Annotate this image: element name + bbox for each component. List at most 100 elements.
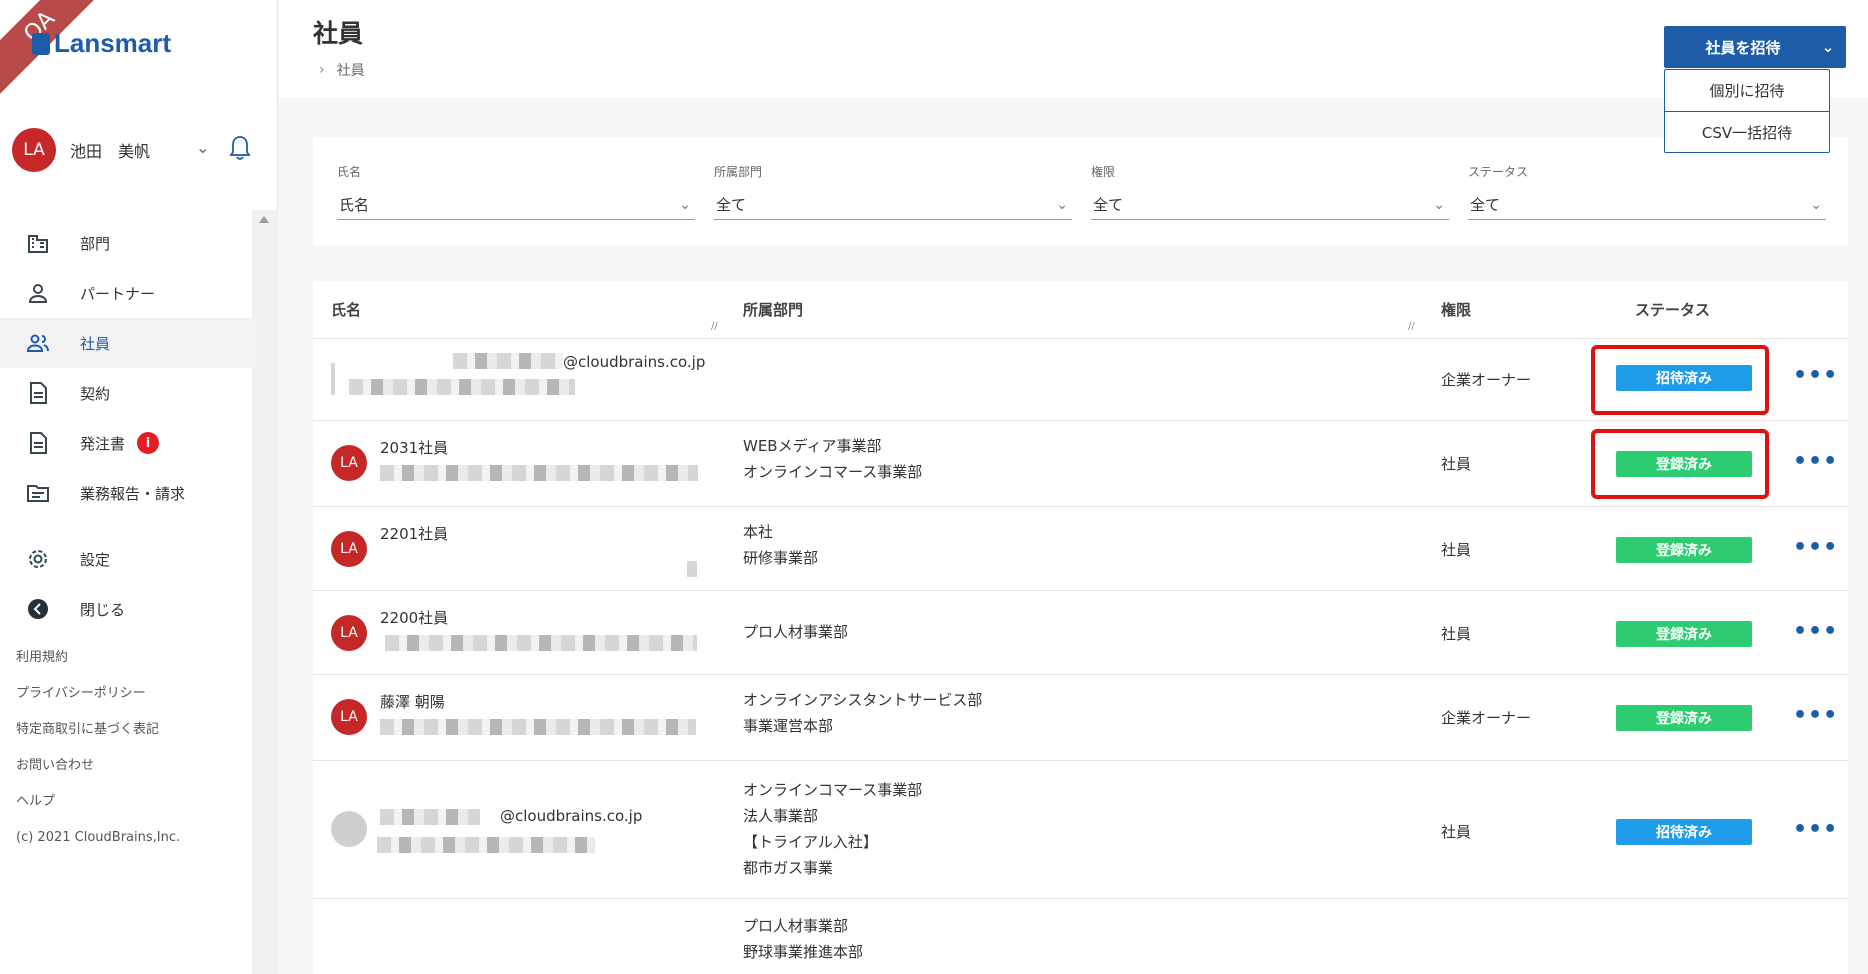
filter-role: 権限 全て ⌄ — [1091, 163, 1449, 220]
table-row[interactable]: LA 2200社員 プロ人材事業部 社員 登録済み ••• — [313, 591, 1848, 675]
sidebar-item-employees[interactable]: 社員 — [0, 318, 252, 368]
more-options-icon[interactable]: ••• — [1793, 703, 1838, 728]
menu-item-invite-individual[interactable]: 個別に招待 — [1665, 70, 1829, 111]
redacted-email — [385, 635, 697, 651]
avatar: LA — [331, 445, 367, 481]
filter-value: 全て — [1093, 196, 1124, 214]
employee-name: 藤澤 朝陽 — [380, 693, 445, 711]
chevron-right-icon: › — [319, 62, 325, 78]
more-options-icon[interactable]: ••• — [1793, 817, 1838, 842]
department-cell: プロ人材事業部 野球事業推進本部 — [743, 913, 863, 965]
folder-icon — [27, 485, 49, 502]
redacted-text — [349, 379, 575, 395]
department-cell: オンラインコマース事業部 法人事業部 【トライアル入社】 都市ガス事業 — [743, 777, 922, 881]
department-name: 事業運営本部 — [743, 717, 834, 735]
table-row[interactable]: プロ人材事業部 野球事業推進本部 — [313, 899, 1848, 974]
sidebar: QA Lansmart LA 池田 美帆 ⌄ 部門 パートナー 社員 契約 発注… — [0, 0, 278, 974]
sidebar-item-label: 閉じる — [80, 600, 126, 619]
footer-link-privacy[interactable]: プライバシーポリシー — [16, 684, 180, 720]
sidebar-item-label: 業務報告・請求 — [80, 484, 186, 503]
sidebar-item-departments[interactable]: 部門 — [0, 218, 252, 268]
status-badge: 招待済み — [1616, 365, 1752, 391]
filter-label: 権限 — [1091, 165, 1116, 179]
user-name: 池田 美帆 — [70, 142, 151, 161]
department-cell: 本社 研修事業部 — [743, 519, 818, 571]
menu-item-invite-csv[interactable]: CSV一括招待 — [1665, 111, 1829, 152]
more-options-icon[interactable]: ••• — [1793, 619, 1838, 644]
chevron-down-icon[interactable]: ⌄ — [1810, 38, 1846, 56]
role-filter-select[interactable]: 全て ⌄ — [1091, 190, 1449, 220]
sidebar-item-contracts[interactable]: 契約 — [0, 368, 252, 418]
table-row[interactable]: LA 2201社員 本社 研修事業部 社員 登録済み ••• — [313, 507, 1848, 591]
table-row[interactable]: LA 2031社員 WEBメディア事業部 オンラインコマース事業部 社員 登録済… — [313, 421, 1848, 507]
department-name: 研修事業部 — [743, 549, 819, 567]
redacted-email — [377, 837, 595, 853]
footer-link-terms[interactable]: 利用規約 — [16, 648, 180, 684]
chevron-down-icon[interactable]: ⌄ — [196, 138, 209, 157]
chevron-down-icon: ⌄ — [1433, 196, 1445, 213]
column-resize-handle-icon[interactable]: ∕∕ — [1408, 321, 1420, 333]
department-cell: オンラインアシスタントサービス部 事業運営本部 — [743, 687, 982, 739]
table-row[interactable]: @cloudbrains.co.jp 企業オーナー 招待済み ••• — [313, 339, 1848, 421]
bell-icon[interactable] — [228, 134, 252, 162]
status-badge: 招待済み — [1616, 819, 1752, 845]
more-options-icon[interactable]: ••• — [1793, 449, 1838, 474]
avatar: LA — [331, 699, 367, 735]
column-resize-handle-icon[interactable]: ∕∕ — [711, 321, 723, 333]
employee-name: 2201社員 — [380, 525, 449, 543]
column-header-status[interactable]: ステータス — [1635, 299, 1710, 320]
info-badge-icon: i — [137, 432, 160, 454]
filter-label: 所属部門 — [714, 165, 763, 179]
redacted-email — [380, 465, 698, 481]
footer-link-commerce-law[interactable]: 特定商取引に基づく表記 — [16, 720, 180, 756]
table-row[interactable]: LA 藤澤 朝陽 オンラインアシスタントサービス部 事業運営本部 企業オーナー … — [313, 675, 1848, 761]
employee-table: 氏名 ∕∕ 所属部門 ∕∕ 権限 ステータス @cloudbrains.co.j… — [313, 281, 1848, 974]
more-options-icon[interactable]: ••• — [1793, 535, 1838, 560]
chevron-down-icon: ⌄ — [1810, 196, 1822, 213]
status-badge: 登録済み — [1616, 537, 1752, 563]
filter-label: ステータス — [1468, 165, 1529, 179]
department-filter-select[interactable]: 全て ⌄ — [714, 190, 1072, 220]
sidebar-item-close[interactable]: 閉じる — [0, 584, 252, 634]
sidebar-item-partners[interactable]: パートナー — [0, 268, 252, 318]
sidebar-item-reports[interactable]: 業務報告・請求 — [0, 468, 252, 518]
sidebar-scrollbar[interactable] — [252, 210, 278, 974]
footer-link-help[interactable]: ヘルプ — [16, 792, 180, 828]
person-icon — [28, 284, 48, 303]
status-filter-select[interactable]: 全て ⌄ — [1468, 190, 1826, 220]
department-name: 【トライアル入社】 — [743, 833, 878, 851]
page-header: 社員 › 社員 社員を招待 ⌄ — [279, 0, 1868, 98]
logo[interactable]: Lansmart — [32, 28, 171, 59]
column-header-role[interactable]: 権限 — [1441, 299, 1471, 320]
avatar: LA — [331, 531, 367, 567]
gear-icon — [29, 550, 47, 568]
column-header-department[interactable]: 所属部門 — [743, 299, 803, 320]
filter-department: 所属部門 全て ⌄ — [714, 163, 1072, 220]
table-row[interactable]: @cloudbrains.co.jp オンラインコマース事業部 法人事業部 【ト… — [313, 761, 1848, 899]
column-header-name[interactable]: 氏名 — [331, 299, 361, 320]
role-cell: 企業オーナー — [1441, 709, 1532, 727]
role-cell: 社員 — [1441, 625, 1472, 643]
invite-employee-button[interactable]: 社員を招待 ⌄ — [1664, 26, 1846, 68]
role-cell: 企業オーナー — [1441, 371, 1532, 389]
user-menu[interactable]: LA 池田 美帆 ⌄ — [12, 128, 264, 172]
redacted-text — [453, 353, 563, 369]
copyright: (c) 2021 CloudBrains,Inc. — [16, 830, 181, 845]
logo-mark-icon — [32, 32, 50, 55]
sidebar-item-purchase-orders[interactable]: 発注書 i — [0, 418, 252, 468]
scroll-up-arrow-icon[interactable] — [259, 216, 269, 223]
name-filter-select[interactable]: 氏名 ⌄ — [337, 190, 695, 220]
sidebar-item-settings[interactable]: 設定 — [0, 534, 252, 584]
redacted-avatar — [331, 363, 335, 395]
back-arrow-icon — [28, 599, 48, 619]
footer-link-contact[interactable]: お問い合わせ — [16, 756, 180, 792]
breadcrumb-item[interactable]: 社員 — [337, 60, 365, 80]
filter-panel: 氏名 氏名 ⌄ 所属部門 全て ⌄ 権限 全て ⌄ ステータス 全て ⌄ — [313, 137, 1848, 245]
chevron-down-icon: ⌄ — [1056, 196, 1068, 213]
avatar: LA — [331, 615, 367, 651]
redacted-email — [380, 719, 696, 735]
department-name: オンラインコマース事業部 — [743, 463, 923, 481]
more-options-icon[interactable]: ••• — [1793, 363, 1838, 388]
department-name: 野球事業推進本部 — [743, 943, 864, 961]
sidebar-nav: 部門 パートナー 社員 契約 発注書 i 業務報告・請求 設定 閉じる — [0, 218, 252, 634]
